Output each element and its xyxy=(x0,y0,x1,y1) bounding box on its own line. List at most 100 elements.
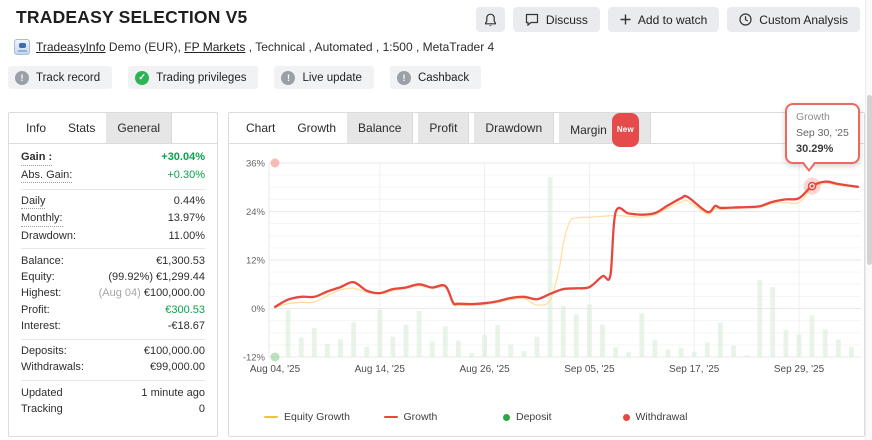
activity-bar xyxy=(548,177,553,357)
stat-value-prefix: (Aug 04) xyxy=(99,287,144,299)
page-scrollbar-thumb[interactable] xyxy=(867,95,872,265)
activity-bar xyxy=(574,315,579,357)
activity-bar xyxy=(508,344,513,357)
verification-badges-row: !Track record✓Trading privileges!Live up… xyxy=(8,66,481,89)
stat-label: Profit: xyxy=(21,304,50,318)
tab-info[interactable]: Info xyxy=(15,113,57,143)
legend-line-swatch xyxy=(384,416,398,418)
stat-value: 0 xyxy=(199,403,205,417)
badge-cashback[interactable]: !Cashback xyxy=(390,66,481,89)
activity-bar xyxy=(731,346,736,357)
badge-trading-privileges[interactable]: ✓Trading privileges xyxy=(128,66,258,89)
stat-value: (99.92%) €1,299.44 xyxy=(108,271,205,285)
legend-item-deposit[interactable]: Deposit xyxy=(503,411,623,423)
stat-value: +0.30% xyxy=(167,169,205,183)
stat-label: Equity: xyxy=(21,271,55,285)
section-divider xyxy=(21,189,205,190)
activity-bar xyxy=(325,344,330,357)
tab-growth[interactable]: Growth xyxy=(286,113,347,143)
broker-link[interactable]: FP Markets xyxy=(184,40,245,54)
account-name-link[interactable]: TradeasyInfo xyxy=(36,40,106,54)
activity-bar xyxy=(666,349,671,357)
custom-analysis-button[interactable]: Custom Analysis xyxy=(727,7,860,32)
legend-item-equity-growth[interactable]: Equity Growth xyxy=(264,411,384,423)
activity-bar xyxy=(849,347,854,357)
activity-bar xyxy=(443,326,448,357)
activity-bar xyxy=(312,328,317,357)
activity-bar xyxy=(469,353,474,357)
activity-bar xyxy=(482,335,487,357)
y-axis-tick-label: 36% xyxy=(246,159,266,170)
add-to-watch-button[interactable]: Add to watch xyxy=(608,7,719,32)
activity-bar xyxy=(522,351,527,357)
stat-label: Gain : xyxy=(21,151,52,166)
discuss-button[interactable]: Discuss xyxy=(513,7,600,32)
tab-drawdown[interactable]: Drawdown xyxy=(474,113,554,143)
tab-stats[interactable]: Stats xyxy=(57,113,106,143)
account-avatar xyxy=(14,39,30,55)
activity-bar xyxy=(653,340,658,357)
legend-line-swatch xyxy=(264,416,278,418)
x-axis-tick-label: Sep 29, '25 xyxy=(774,364,825,375)
deposit-marker xyxy=(271,353,280,362)
legend-dot-swatch xyxy=(503,414,510,421)
activity-bar xyxy=(836,340,841,357)
stat-label: Withdrawals: xyxy=(21,361,84,375)
chart-tabs: ChartGrowthBalanceProfitDrawdownMarginNe… xyxy=(229,113,864,144)
activity-bar xyxy=(797,334,802,357)
stat-label: Interest: xyxy=(21,320,61,334)
tab-general[interactable]: General xyxy=(106,113,172,143)
stat-label: Balance: xyxy=(21,255,64,269)
stat-row-gain: Gain : +30.04% xyxy=(21,150,205,167)
y-axis-tick-label: 0% xyxy=(251,304,265,315)
stat-value: 1 minute ago xyxy=(141,387,205,401)
activity-bar xyxy=(692,352,697,357)
activity-bar xyxy=(810,315,815,357)
stat-row-equity: Equity: (99.92%) €1,299.44 xyxy=(21,270,205,286)
page-scrollbar[interactable] xyxy=(865,0,872,440)
activity-bar xyxy=(286,310,291,357)
legend-item-withdrawal[interactable]: Withdrawal xyxy=(623,411,743,423)
stat-row-updated: Updated 1 minute ago xyxy=(21,385,205,401)
activity-bar xyxy=(757,280,762,357)
activity-bar xyxy=(587,304,592,357)
discuss-label: Discuss xyxy=(546,13,588,27)
account-details-text: , Technical , Automated , 1:500 , MetaTr… xyxy=(245,40,494,54)
stat-row-monthly: Monthly:13.97% xyxy=(21,211,205,228)
tab-chart[interactable]: Chart xyxy=(235,113,286,143)
stat-row-profit: Profit:€300.53 xyxy=(21,302,205,318)
tab-profit[interactable]: Profit xyxy=(418,113,469,143)
activity-bar xyxy=(626,352,631,357)
activity-bar xyxy=(391,337,396,357)
x-axis-tick-label: Sep 05, '25 xyxy=(564,364,615,375)
stat-label: Updated xyxy=(21,387,63,401)
check-circle-icon: ✓ xyxy=(135,71,149,85)
tab-margin[interactable]: MarginNew xyxy=(559,113,651,143)
stat-row-highest: Highest:(Aug 04) €100,000.00 xyxy=(21,286,205,302)
activity-bar xyxy=(705,342,710,357)
growth-chart[interactable]: 36%24%12%0%-12%Aug 04, '25Aug 14, '25Aug… xyxy=(229,144,864,388)
stat-label: Highest: xyxy=(21,287,61,301)
x-axis-tick-label: Aug 14, '25 xyxy=(355,364,406,375)
custom-analysis-label: Custom Analysis xyxy=(759,13,848,27)
badge-label: Live update xyxy=(302,72,361,84)
section-divider xyxy=(21,248,205,249)
stat-row-tracking: Tracking0 xyxy=(21,402,205,418)
tooltip-series-label: Growth xyxy=(796,111,849,123)
activity-bar xyxy=(823,330,828,357)
stats-tabs: InfoStatsGeneral xyxy=(9,113,217,144)
stat-value: +30.04% xyxy=(161,151,205,165)
badge-track-record[interactable]: !Track record xyxy=(8,66,112,89)
activity-bar xyxy=(639,313,644,357)
tab-balance[interactable]: Balance xyxy=(347,113,413,143)
legend-item-growth[interactable]: Growth xyxy=(384,411,504,423)
badge-live-update[interactable]: !Live update xyxy=(274,66,373,89)
activity-bar xyxy=(744,355,749,357)
activity-bar xyxy=(351,322,356,357)
stat-row-deposits: Deposits:€100,000.00 xyxy=(21,344,205,360)
notifications-button[interactable] xyxy=(476,7,505,32)
account-type-text: Demo (EUR), xyxy=(106,40,185,54)
stats-panel: InfoStatsGeneral Gain :+30.04%Abs. Gain:… xyxy=(8,112,218,437)
activity-bar xyxy=(679,348,684,357)
exclamation-circle-icon: ! xyxy=(15,71,29,85)
